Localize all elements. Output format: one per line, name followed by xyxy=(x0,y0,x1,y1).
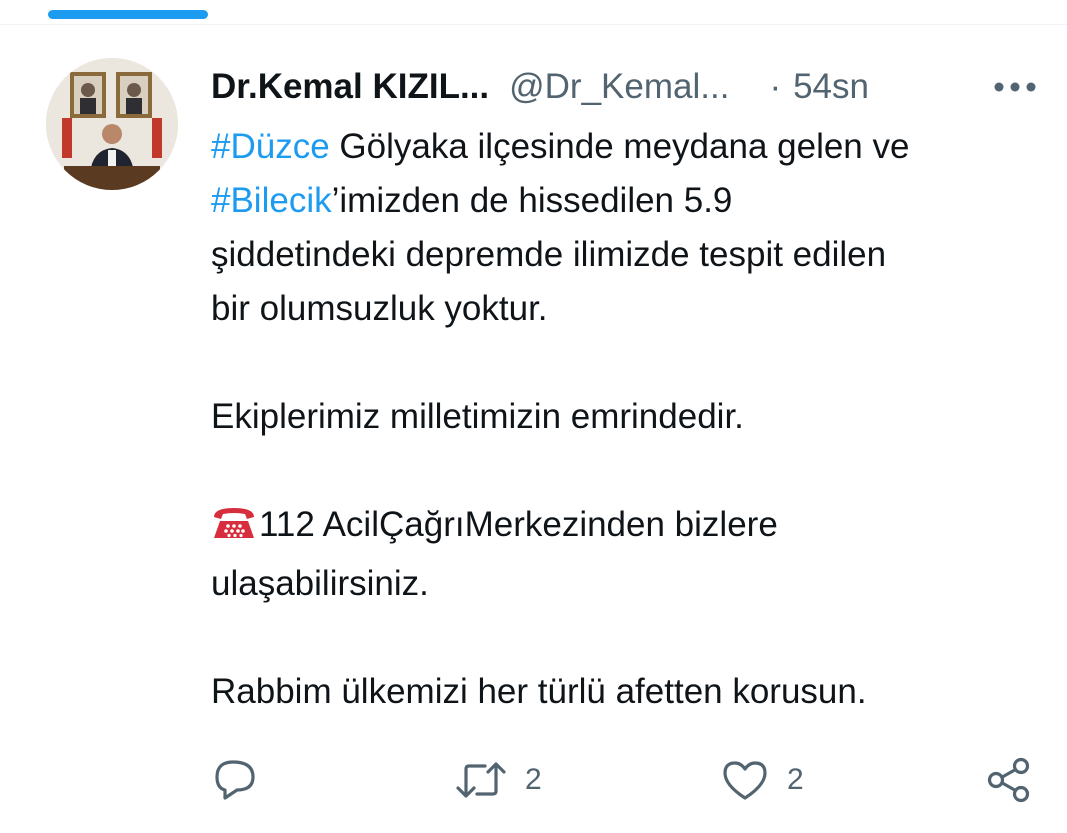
tweet-actions: 2 2 xyxy=(211,756,1041,806)
display-name[interactable]: Dr.Kemal KIZIL... xyxy=(211,67,489,107)
separator-dot: · xyxy=(769,67,782,106)
text-line: #Düzce Gölyaka ilçesinde meydana gelen v… xyxy=(211,120,1031,174)
text-line: ulaşabilirsiniz. xyxy=(211,564,429,603)
hashtag-link[interactable]: #Bilecik xyxy=(211,181,332,220)
like-button[interactable]: 2 xyxy=(721,756,804,804)
text-segment: Gölyaka ilçesinde meydana gelen ve xyxy=(329,127,910,166)
more-button[interactable] xyxy=(991,70,1039,104)
share-icon xyxy=(987,757,1030,803)
telephone-icon xyxy=(211,503,257,557)
timestamp[interactable]: 54sn xyxy=(793,67,869,107)
text-line: Rabbim ülkemizi her türlü afetten korusu… xyxy=(211,672,867,711)
heart-icon xyxy=(723,761,767,800)
text-segment: ’imizden de hissedilen 5.9 xyxy=(331,181,733,220)
text-line: bir olumsuzluk yoktur. xyxy=(211,289,548,328)
reply-button[interactable] xyxy=(211,756,277,804)
avatar-image xyxy=(46,58,178,190)
more-icon xyxy=(994,82,1036,92)
hashtag-link[interactable]: #Düzce xyxy=(211,127,330,166)
text-line: 112 AcilÇağrıMerkezinden bizlere xyxy=(211,498,1031,557)
text-line: #Bilecik’imizden de hissedilen 5.9 xyxy=(211,174,1031,228)
retweet-icon xyxy=(456,762,506,798)
user-handle[interactable]: @Dr_Kemal... xyxy=(509,67,729,107)
text-segment: 112 AcilÇağrıMerkezinden bizlere xyxy=(259,505,778,544)
avatar[interactable] xyxy=(46,58,178,190)
tweet-header: Dr.Kemal KIZIL... @Dr_Kemal... · 54sn xyxy=(211,62,1041,112)
retweet-count: 2 xyxy=(525,763,542,796)
retweet-button[interactable]: 2 xyxy=(455,756,542,804)
top-indicator-bar xyxy=(48,10,208,19)
like-count: 2 xyxy=(787,763,804,796)
share-button[interactable] xyxy=(985,756,1033,804)
divider xyxy=(0,24,1067,25)
text-line: Ekiplerimiz milletimizin emrindedir. xyxy=(211,397,744,436)
tweet-text: #Düzce Gölyaka ilçesinde meydana gelen v… xyxy=(211,120,1031,719)
reply-icon xyxy=(215,760,255,800)
text-line: şiddetindeki depremde ilimizde tespit ed… xyxy=(211,235,887,274)
